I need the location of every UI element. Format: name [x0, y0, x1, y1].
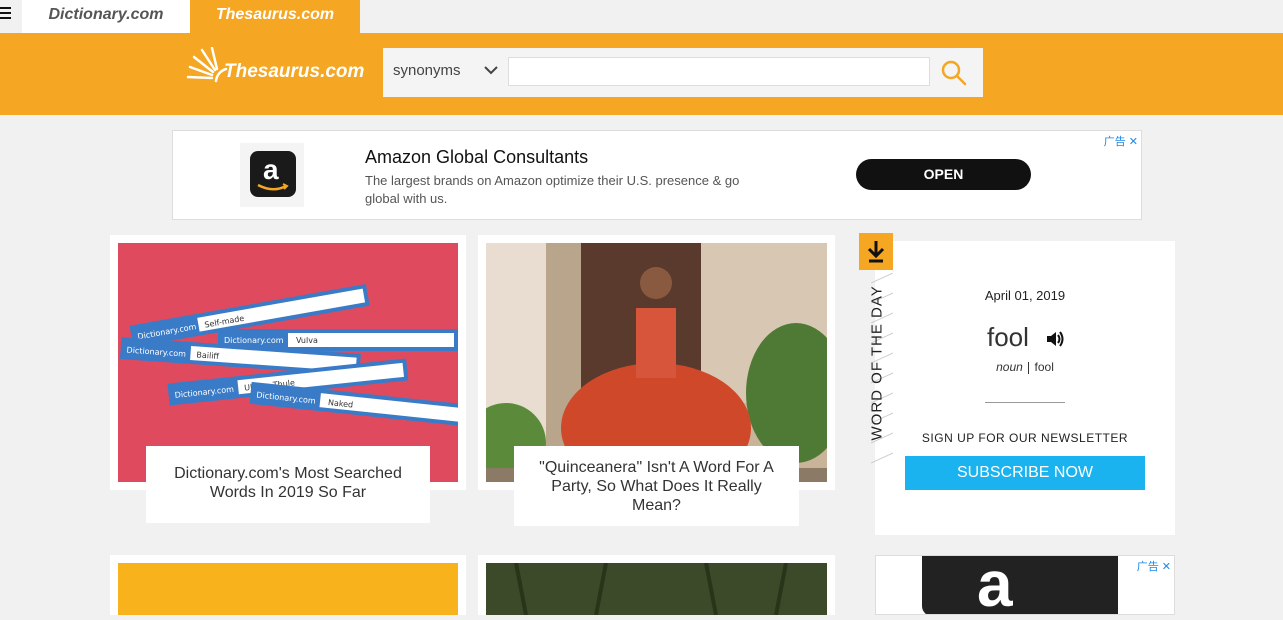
- wotd-pos-label: noun: [996, 360, 1023, 374]
- tab-dictionary[interactable]: Dictionary.com: [22, 0, 190, 33]
- download-icon[interactable]: [859, 233, 893, 270]
- article-card[interactable]: Dictionary.com Self-made Dictionary.com …: [110, 235, 466, 523]
- search-bar-brand: Dictionary.com: [224, 336, 284, 345]
- speaker-icon[interactable]: [1045, 329, 1065, 349]
- logo-text: Thesaurus.com: [224, 61, 365, 82]
- article-card[interactable]: [478, 555, 835, 616]
- top-nav: Dictionary.com Thesaurus.com: [0, 0, 1283, 33]
- wotd-vertical-label: WORD OF THE DAY: [868, 285, 886, 441]
- header: Thesaurus.com synonyms: [0, 33, 1283, 115]
- ad-choices[interactable]: 广告 ✕: [1104, 133, 1138, 149]
- divider: [985, 402, 1065, 403]
- article-card[interactable]: "Quinceanera" Isn't A Word For A Party, …: [478, 235, 835, 526]
- ad-title[interactable]: Amazon Global Consultants: [365, 147, 588, 168]
- card-title[interactable]: Dictionary.com's Most Searched Words In …: [146, 446, 430, 523]
- card-image: [118, 563, 458, 615]
- sidebar-ad[interactable]: a 广告 ✕: [875, 555, 1175, 615]
- search-button[interactable]: [939, 58, 969, 88]
- smile-icon: [257, 183, 289, 191]
- wotd-date: April 01, 2019: [984, 288, 1066, 303]
- tab-thesaurus[interactable]: Thesaurus.com: [190, 0, 360, 33]
- close-icon[interactable]: ✕: [1162, 561, 1171, 573]
- amazon-logo: a: [922, 556, 1118, 614]
- wotd-part-of-speech: noun fool: [875, 360, 1175, 374]
- card-title[interactable]: "Quinceanera" Isn't A Word For A Party, …: [514, 446, 799, 526]
- search-bar: synonyms: [383, 48, 983, 97]
- word-of-the-day: April 01, 2019 fool noun fool SIGN UP FO…: [859, 233, 1175, 535]
- chevron-down-icon: [484, 66, 498, 75]
- newsletter-label: SIGN UP FOR OUR NEWSLETTER: [921, 431, 1129, 445]
- wotd-strip: WORD OF THE DAY: [859, 233, 893, 473]
- ad-banner[interactable]: a Amazon Global Consultants The largest …: [172, 130, 1142, 220]
- ad-choices[interactable]: 广告 ✕: [1137, 558, 1171, 574]
- search-icon: [941, 60, 967, 86]
- ad-choices-label: 广告: [1103, 136, 1126, 148]
- search-input[interactable]: [508, 57, 930, 86]
- subscribe-button[interactable]: SUBSCRIBE NOW: [905, 456, 1145, 490]
- amazon-logo: a: [240, 143, 304, 207]
- menu-icon[interactable]: [0, 7, 12, 21]
- search-mode-label: synonyms: [393, 62, 461, 79]
- close-icon[interactable]: ✕: [1129, 136, 1138, 148]
- article-card[interactable]: [110, 555, 466, 615]
- search-term: Vulva: [296, 336, 318, 345]
- ad-description: The largest brands on Amazon optimize th…: [365, 173, 740, 206]
- wotd-panel: April 01, 2019 fool noun fool SIGN UP FO…: [875, 241, 1175, 535]
- wotd-word[interactable]: fool: [987, 322, 1029, 353]
- ad-choices-label: 广告: [1136, 561, 1159, 573]
- search-term: Bailiff: [196, 350, 220, 361]
- wotd-pronunciation: fool: [1034, 360, 1054, 374]
- search-mode-select[interactable]: synonyms: [383, 48, 507, 97]
- site-logo[interactable]: Thesaurus.com: [186, 46, 366, 89]
- ad-open-button[interactable]: OPEN: [856, 159, 1031, 190]
- card-image: [486, 562, 827, 616]
